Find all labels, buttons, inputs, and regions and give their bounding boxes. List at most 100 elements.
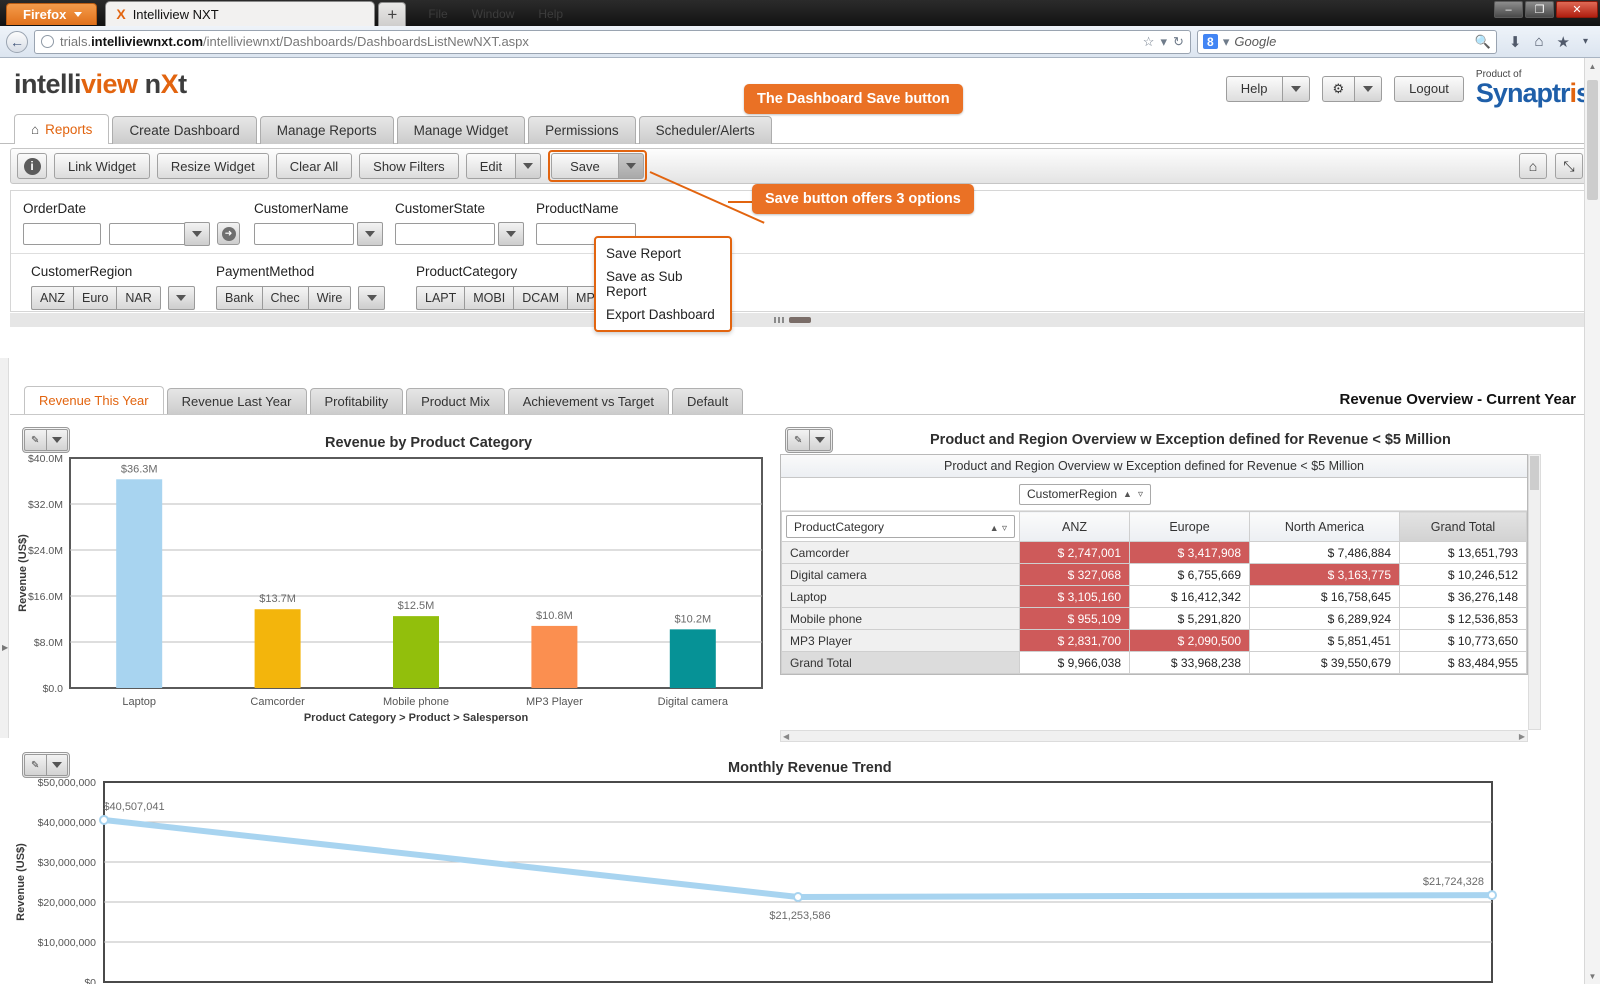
- scroll-up-icon[interactable]: ▲: [1585, 58, 1600, 74]
- orderdate-dropdown-button[interactable]: [184, 222, 210, 246]
- nav-tab-permissions[interactable]: Permissions: [528, 116, 636, 144]
- reload-icon[interactable]: ↻: [1173, 34, 1184, 50]
- dashboard-tab-revenue-last-year[interactable]: Revenue Last Year: [167, 388, 307, 414]
- line-chart[interactable]: $0$10,000,000$20,000,000$30,000,000$40,0…: [0, 774, 1560, 984]
- new-tab-button[interactable]: +: [378, 2, 406, 26]
- address-bar[interactable]: trials.intelliviewnxt.com/intelliviewnxt…: [34, 30, 1191, 54]
- filter-icon[interactable]: ▿: [1002, 523, 1007, 534]
- nav-tab-manage-widget[interactable]: Manage Widget: [397, 116, 526, 144]
- orderdate-apply-button[interactable]: ➜: [217, 222, 240, 245]
- line-widget-drilldown-button[interactable]: ✎: [24, 754, 46, 776]
- chevron-down-icon[interactable]: ▾: [1583, 36, 1588, 47]
- nav-tab-create-dashboard[interactable]: Create Dashboard: [112, 116, 256, 144]
- link-widget-button[interactable]: Link Widget: [54, 153, 150, 179]
- chip-dcam[interactable]: DCAM: [513, 286, 567, 310]
- help-split-button[interactable]: Help: [1226, 76, 1310, 102]
- minimize-button[interactable]: –: [1494, 1, 1523, 18]
- search-icon[interactable]: 🔍: [1475, 34, 1491, 50]
- sort-asc-icon[interactable]: ▲: [990, 523, 999, 533]
- maximize-button[interactable]: ❐: [1525, 1, 1554, 18]
- clear-all-button[interactable]: Clear All: [276, 153, 352, 179]
- back-button[interactable]: ←: [6, 31, 28, 53]
- help-dropdown-button[interactable]: [1282, 76, 1310, 102]
- home-icon[interactable]: ⌂: [1534, 33, 1543, 50]
- pivot-horizontal-scrollbar[interactable]: ◀ ▶: [780, 730, 1528, 742]
- left-panel-grip[interactable]: ▶: [0, 358, 9, 738]
- chevron-right-icon[interactable]: ▶: [2, 643, 8, 652]
- chip-nar[interactable]: NAR: [116, 286, 160, 310]
- scroll-down-icon[interactable]: ▼: [1585, 968, 1600, 984]
- settings-dropdown-button[interactable]: [1354, 76, 1382, 102]
- pivot-column-field[interactable]: CustomerRegion ▲ ▿: [1019, 484, 1151, 505]
- info-button[interactable]: i: [17, 153, 47, 179]
- bookmark-star-icon[interactable]: ☆: [1143, 34, 1155, 50]
- chip-lapt[interactable]: LAPT: [416, 286, 464, 310]
- scrollbar-thumb[interactable]: [1587, 80, 1598, 200]
- pivot-col-header-anz[interactable]: ANZ: [1020, 512, 1130, 542]
- panel-splitter[interactable]: [10, 313, 1590, 327]
- nav-tab-reports[interactable]: ⌂ Reports: [14, 114, 109, 144]
- menu-item-export-dashboard[interactable]: Export Dashboard: [596, 303, 730, 326]
- dashboard-home-button[interactable]: ⌂: [1519, 153, 1547, 179]
- save-split-button[interactable]: Save: [551, 153, 644, 179]
- scroll-left-icon[interactable]: ◀: [783, 732, 789, 741]
- customerstate-input[interactable]: [395, 223, 495, 245]
- sort-asc-icon[interactable]: ▲: [1123, 489, 1132, 499]
- edit-dropdown-button[interactable]: [515, 153, 541, 179]
- nav-tab-manage-reports[interactable]: Manage Reports: [260, 116, 394, 144]
- chip-mobi[interactable]: MOBI: [464, 286, 513, 310]
- chip-check[interactable]: Chec: [262, 286, 308, 310]
- chip-euro[interactable]: Euro: [73, 286, 116, 310]
- logout-button[interactable]: Logout: [1394, 76, 1464, 102]
- dashboard-tab-product-mix[interactable]: Product Mix: [406, 388, 505, 414]
- dashboard-tab-revenue-this-year[interactable]: Revenue This Year: [24, 386, 164, 414]
- firefox-menu-button[interactable]: Firefox: [6, 3, 97, 25]
- pivot-vertical-scrollbar[interactable]: [1528, 454, 1541, 730]
- chip-wire[interactable]: Wire: [308, 286, 352, 310]
- paymentmethod-dropdown-button[interactable]: [358, 286, 385, 310]
- filter-icon[interactable]: ▿: [1138, 489, 1143, 500]
- fullscreen-button[interactable]: ⤡: [1555, 153, 1583, 179]
- pivot-widget-menu-button[interactable]: [809, 429, 832, 451]
- pivot-row-field[interactable]: ProductCategory ▲ ▿: [786, 515, 1015, 538]
- settings-split-button[interactable]: ⚙: [1322, 76, 1383, 102]
- search-input[interactable]: Google: [1234, 34, 1469, 49]
- customername-dropdown-button[interactable]: [357, 222, 383, 246]
- pivot-widget-drilldown-button[interactable]: ✎: [787, 429, 809, 451]
- edit-button[interactable]: Edit: [466, 153, 515, 179]
- customerregion-dropdown-button[interactable]: [168, 286, 195, 310]
- chip-bank[interactable]: Bank: [216, 286, 262, 310]
- customerstate-dropdown-button[interactable]: [498, 222, 524, 246]
- browser-tab[interactable]: X Intelliview NXT: [105, 1, 375, 26]
- search-bar[interactable]: 8 ▾ Google 🔍: [1197, 30, 1497, 54]
- scroll-right-icon[interactable]: ▶: [1519, 732, 1525, 741]
- resize-widget-button[interactable]: Resize Widget: [157, 153, 269, 179]
- downloads-icon[interactable]: ⬇: [1509, 33, 1522, 51]
- bar-chart[interactable]: $0.0$8.0M$16.0M$24.0M$32.0M$40.0M$36.3ML…: [0, 444, 770, 729]
- menu-item-save-report[interactable]: Save Report: [596, 242, 730, 265]
- line-widget-menu-button[interactable]: [46, 754, 69, 776]
- settings-button[interactable]: ⚙: [1322, 76, 1355, 102]
- menu-item-save-as-sub-report[interactable]: Save as Sub Report: [596, 265, 730, 303]
- orderdate-from-input[interactable]: [23, 223, 101, 245]
- pivot-col-header-europe[interactable]: Europe: [1130, 512, 1250, 542]
- dashboard-tab-achievement-vs-target[interactable]: Achievement vs Target: [508, 388, 669, 414]
- nav-tab-scheduler-alerts[interactable]: Scheduler/Alerts: [639, 116, 772, 144]
- bookmarks-icon[interactable]: ★: [1557, 33, 1570, 51]
- save-dropdown-button[interactable]: [618, 153, 644, 179]
- splitter-grip[interactable]: [789, 317, 811, 323]
- orderdate-to-input[interactable]: [109, 223, 187, 245]
- pivot-col-header-north-america[interactable]: North America: [1250, 512, 1400, 542]
- page-scrollbar[interactable]: ▲ ▼: [1584, 58, 1600, 984]
- dashboard-tab-default[interactable]: Default: [672, 388, 743, 414]
- chevron-down-icon[interactable]: ▾: [1160, 34, 1167, 50]
- chevron-down-icon[interactable]: ▾: [1223, 34, 1230, 50]
- show-filters-button[interactable]: Show Filters: [359, 153, 459, 179]
- menu-help[interactable]: Help: [538, 7, 563, 21]
- scrollbar-thumb[interactable]: [1530, 456, 1539, 490]
- dashboard-tab-profitability[interactable]: Profitability: [310, 388, 404, 414]
- save-button[interactable]: Save: [551, 153, 618, 179]
- chip-anz[interactable]: ANZ: [31, 286, 73, 310]
- edit-split-button[interactable]: Edit: [466, 153, 541, 179]
- close-button[interactable]: ✕: [1556, 1, 1598, 18]
